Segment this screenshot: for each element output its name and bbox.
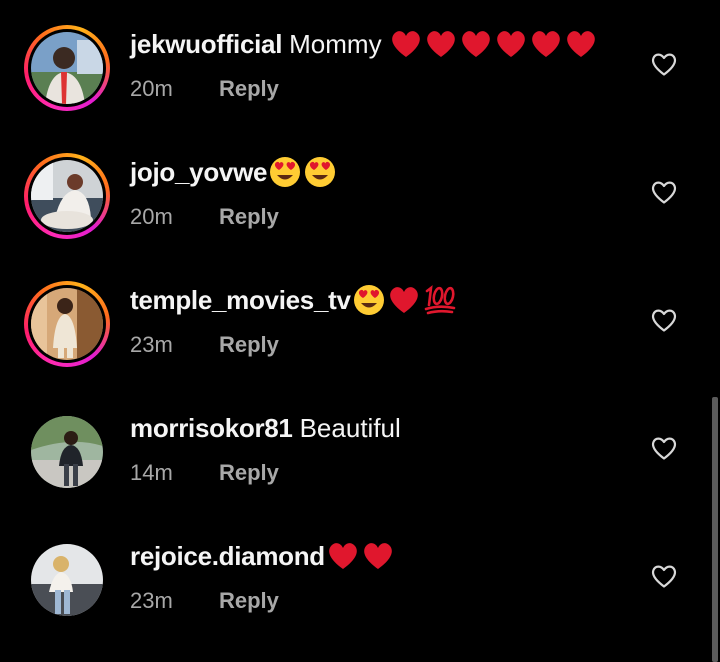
comment-timestamp: 23m	[130, 588, 173, 613]
comment-emojis	[269, 156, 336, 188]
red-heart-icon	[496, 31, 525, 57]
comment-text: Beautiful	[299, 413, 401, 443]
avatar[interactable]	[31, 160, 103, 232]
comment-item: jojo_yovwe 20m Reply	[0, 128, 720, 256]
avatar[interactable]	[31, 416, 103, 488]
red-heart-icon	[364, 543, 392, 569]
comment-timestamp: 14m	[130, 460, 173, 485]
comment-item: rejoice.diamond 23m Reply	[0, 512, 720, 640]
comment-username[interactable]: rejoice.diamond	[130, 540, 325, 572]
red-heart-icon	[391, 31, 420, 57]
avatar[interactable]	[31, 32, 103, 104]
avatar-container[interactable]	[24, 409, 110, 495]
heart-outline-icon[interactable]	[650, 307, 678, 333]
comment-item: jekwuofficial Mommy 20m Reply	[0, 0, 720, 128]
avatar-story-ring[interactable]	[24, 281, 110, 367]
avatar-story-ring[interactable]	[24, 153, 110, 239]
red-heart-icon	[531, 31, 560, 57]
comment-username[interactable]: temple_movies_tv	[130, 284, 351, 316]
heart-outline-icon[interactable]	[650, 179, 678, 205]
comment-username[interactable]: jekwuofficial	[130, 28, 282, 60]
avatar[interactable]	[31, 544, 103, 616]
heart-eyes-icon	[305, 157, 336, 187]
red-heart-icon	[461, 31, 490, 57]
heart-eyes-icon	[353, 285, 384, 315]
avatar-story-ring[interactable]	[24, 25, 110, 111]
comment-timestamp: 20m	[130, 76, 173, 101]
comment-item: temple_movies_tv 23m Reply	[0, 256, 720, 384]
comment-text: Mommy	[289, 29, 382, 59]
heart-outline-icon[interactable]	[650, 51, 678, 77]
comments-list: jekwuofficial Mommy 20m Reply jojo_yovwe…	[0, 0, 720, 662]
heart-eyes-icon	[270, 157, 301, 187]
scrollbar-thumb[interactable]	[712, 397, 718, 662]
red-heart-icon	[329, 543, 357, 569]
comment-emojis	[353, 284, 457, 316]
avatar-container[interactable]	[24, 537, 110, 623]
hundred-points-icon	[424, 285, 455, 315]
reply-button[interactable]: Reply	[219, 204, 279, 230]
reply-button[interactable]: Reply	[219, 332, 279, 358]
comment-emojis	[390, 29, 597, 59]
reply-button[interactable]: Reply	[219, 76, 279, 102]
reply-button[interactable]: Reply	[219, 460, 279, 486]
comment-timestamp: 23m	[130, 332, 173, 357]
red-heart-icon	[566, 31, 595, 57]
comment-username[interactable]: morrisokor81	[130, 412, 293, 444]
reply-button[interactable]: Reply	[219, 588, 279, 614]
heart-outline-icon[interactable]	[650, 435, 678, 461]
red-heart-icon	[389, 287, 418, 313]
avatar[interactable]	[31, 288, 103, 360]
comment-emojis	[327, 541, 394, 571]
red-heart-icon	[426, 31, 455, 57]
comment-item: morrisokor81 Beautiful 14m Reply	[0, 384, 720, 512]
comment-timestamp: 20m	[130, 204, 173, 229]
comment-username[interactable]: jojo_yovwe	[130, 156, 267, 188]
heart-outline-icon[interactable]	[650, 563, 678, 589]
